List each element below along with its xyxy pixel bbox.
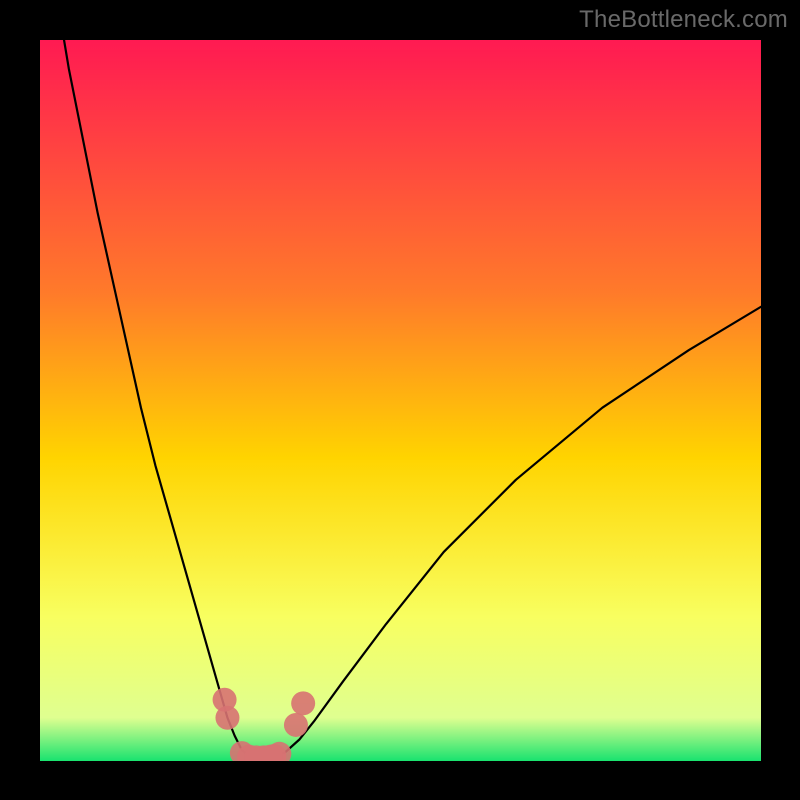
curve-marker — [291, 691, 315, 715]
curve-layer — [40, 40, 761, 761]
curve-marker — [284, 713, 308, 737]
marker-layer — [213, 688, 316, 761]
watermark-text: TheBottleneck.com — [579, 6, 788, 34]
curve-marker — [215, 706, 239, 730]
chart-frame: TheBottleneck.com — [0, 0, 800, 800]
plot-area — [40, 40, 761, 761]
bottleneck-curve — [40, 40, 761, 757]
